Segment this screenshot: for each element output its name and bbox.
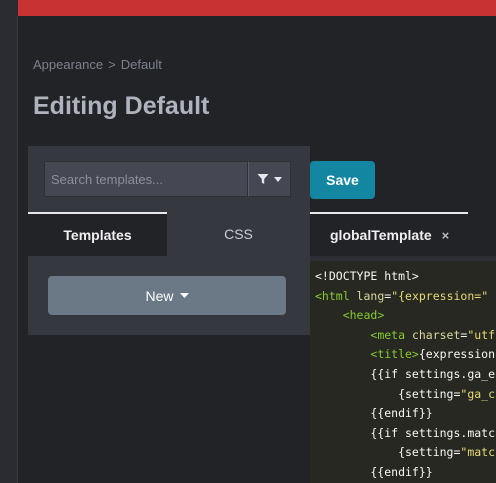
top-bar	[0, 0, 496, 16]
code-line: {{if settings.matc	[315, 424, 495, 443]
code-token: {{if settings.ga_e	[315, 367, 496, 381]
breadcrumb-separator: >	[108, 57, 116, 72]
code-line: {{endif}}	[315, 404, 433, 423]
code-token: "ga_c	[460, 386, 496, 401]
code-token: <html	[315, 288, 357, 303]
code-line: {{if settings.ga_e	[315, 365, 495, 384]
code-line: {setting="ga_c	[315, 385, 495, 404]
code-line: <title>{expression	[315, 345, 495, 364]
code-token: "utf	[467, 327, 496, 342]
code-line: <meta charset="utf	[315, 326, 495, 345]
code-editor[interactable]: <!DOCTYPE html> <html lang="{expression="…	[310, 256, 496, 483]
code-line: {setting="matc	[315, 443, 495, 462]
breadcrumb-item-appearance[interactable]: Appearance	[33, 57, 103, 72]
editor-tab-label: globalTemplate	[330, 227, 432, 243]
code-token: "matc	[460, 445, 496, 460]
top-bar-left-block	[0, 0, 18, 16]
filter-icon	[257, 174, 269, 184]
breadcrumb: Appearance > Default	[33, 57, 162, 72]
page-title: Editing Default	[33, 92, 210, 120]
tab-css[interactable]: CSS	[167, 212, 310, 256]
code-token: <meta	[370, 327, 412, 342]
search-box	[44, 161, 248, 197]
code-token: {setting=	[315, 386, 461, 401]
search-input[interactable]	[45, 162, 247, 196]
new-button-label: New	[145, 287, 174, 304]
code-line: {{endif}}	[315, 463, 433, 482]
code-token: lang	[356, 288, 385, 303]
breadcrumb-item-default: Default	[120, 57, 162, 72]
code-token: {{endif}}	[315, 406, 433, 421]
new-button[interactable]: New	[48, 276, 286, 315]
close-icon[interactable]: ×	[442, 228, 450, 243]
editor-tab-globaltemplate[interactable]: globalTemplate ×	[310, 212, 468, 256]
caret-down-icon	[179, 293, 189, 298]
code-token: {{endif}}	[315, 465, 433, 479]
code-token: {{if settings.matc	[315, 425, 496, 440]
code-token: {setting=	[315, 445, 461, 460]
code-token: {expression	[418, 347, 496, 362]
code-token: <!DOCTYPE html>	[315, 269, 419, 283]
code-line: <!DOCTYPE html>	[315, 267, 419, 286]
code-line: <html lang="{expression="	[315, 287, 488, 306]
code-token: <title>	[370, 347, 419, 362]
save-button[interactable]: Save	[310, 161, 375, 199]
code-token: charset	[411, 327, 461, 342]
filter-button[interactable]	[248, 161, 291, 197]
tab-templates[interactable]: Templates	[28, 212, 167, 256]
code-line: <head>	[315, 306, 385, 325]
caret-down-icon	[274, 176, 282, 182]
code-token: "{expression="	[391, 288, 489, 303]
code-token: <head>	[342, 308, 385, 323]
sidebar	[0, 16, 18, 483]
